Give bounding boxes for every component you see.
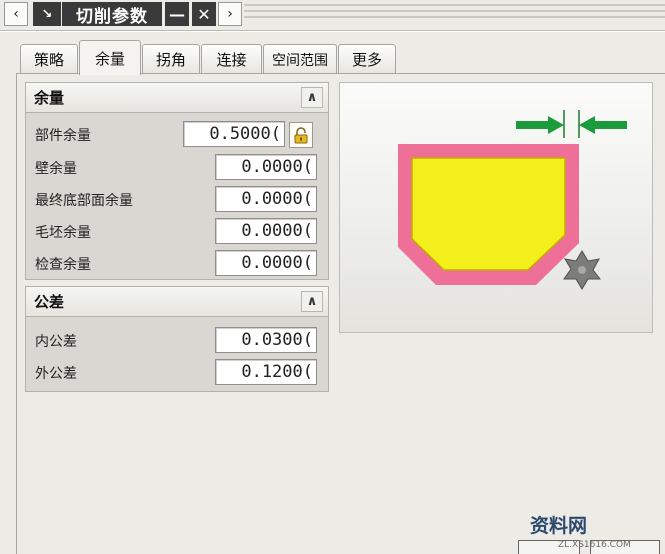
wall-stock-row: 壁余量 0.0000( (26, 152, 328, 182)
check-stock-input[interactable]: 0.0000( (215, 250, 317, 276)
check-stock-row: 检查余量 0.0000( (26, 248, 328, 278)
close-icon: ✕ (197, 4, 211, 24)
stock-group: 余量 ∧ 部件余量 0.5000( 壁余量 0.0000( 最终底部面余量 0.… (25, 82, 329, 280)
check-stock-label: 检查余量 (35, 257, 91, 273)
outtol-row: 外公差 0.1200( (26, 357, 328, 387)
watermark-url: ZL.XS1616.COM (558, 540, 631, 550)
outtol-input[interactable]: 0.1200( (215, 359, 317, 385)
tab-corners[interactable]: 拐角 (142, 44, 200, 74)
collapse-tolerance-button[interactable]: ∧ (301, 291, 323, 312)
stock-preview-image (339, 82, 653, 333)
tool-icon (563, 250, 602, 290)
part-stock-row: 部件余量 0.5000( (26, 119, 328, 149)
chevron-right-icon: › (227, 6, 233, 22)
stock-group-title: 余量 (34, 89, 65, 107)
stock-group-header[interactable]: 余量 ∧ (26, 83, 328, 113)
stock-dimension-arrows (516, 110, 627, 138)
blank-stock-label: 毛坯余量 (35, 225, 91, 241)
tab-strategy[interactable]: 策略 (20, 44, 78, 74)
tab-stock[interactable]: 余量 (79, 40, 141, 75)
tolerance-group: 公差 ∧ 内公差 0.0300( 外公差 0.1200( (25, 286, 329, 392)
final-floor-stock-input[interactable]: 0.0000( (215, 186, 317, 212)
intol-row: 内公差 0.0300( (26, 325, 328, 355)
collapse-left-button[interactable]: ‹ (4, 2, 28, 26)
expand-right-button[interactable]: › (218, 2, 242, 26)
wall-stock-label: 壁余量 (35, 161, 77, 177)
minus-icon: — (169, 4, 185, 24)
blank-stock-input[interactable]: 0.0000( (215, 218, 317, 244)
pin-button[interactable]: ↘ (33, 2, 61, 26)
blank-stock-row: 毛坯余量 0.0000( (26, 216, 328, 246)
intol-input[interactable]: 0.0300( (215, 327, 317, 353)
watermark-logo: 资料网 (530, 515, 588, 537)
dialog-title: 切削参数 (62, 2, 162, 27)
title-bar: ‹ ↘ 切削参数 — ✕ › (0, 0, 665, 30)
tab-connections[interactable]: 连接 (201, 44, 262, 74)
tab-containment[interactable]: 空间范围 (263, 44, 337, 74)
tolerance-group-title: 公差 (34, 293, 65, 311)
intol-label: 内公差 (35, 334, 77, 350)
minimize-button[interactable]: — (165, 2, 189, 26)
pin-icon: ↘ (41, 6, 53, 22)
close-button[interactable]: ✕ (192, 2, 216, 26)
tab-more[interactable]: 更多 (338, 44, 396, 74)
title-separator (0, 30, 665, 32)
uniform-stock-toggle[interactable] (289, 122, 313, 148)
final-floor-stock-label: 最终底部面余量 (35, 193, 133, 209)
collapse-stock-button[interactable]: ∧ (301, 87, 323, 108)
part-stock-input[interactable]: 0.5000( (183, 121, 285, 147)
part-shape (411, 157, 566, 271)
wall-stock-input[interactable]: 0.0000( (215, 154, 317, 180)
part-stock-label: 部件余量 (35, 128, 91, 144)
chevron-up-icon: ∧ (306, 294, 318, 309)
tolerance-group-header[interactable]: 公差 ∧ (26, 287, 328, 317)
lock-icon (294, 126, 308, 143)
chevron-up-icon: ∧ (306, 90, 318, 105)
chevron-left-icon: ‹ (13, 6, 19, 22)
final-floor-stock-row: 最终底部面余量 0.0000( (26, 184, 328, 214)
title-grip (244, 4, 665, 24)
outtol-label: 外公差 (35, 366, 77, 382)
